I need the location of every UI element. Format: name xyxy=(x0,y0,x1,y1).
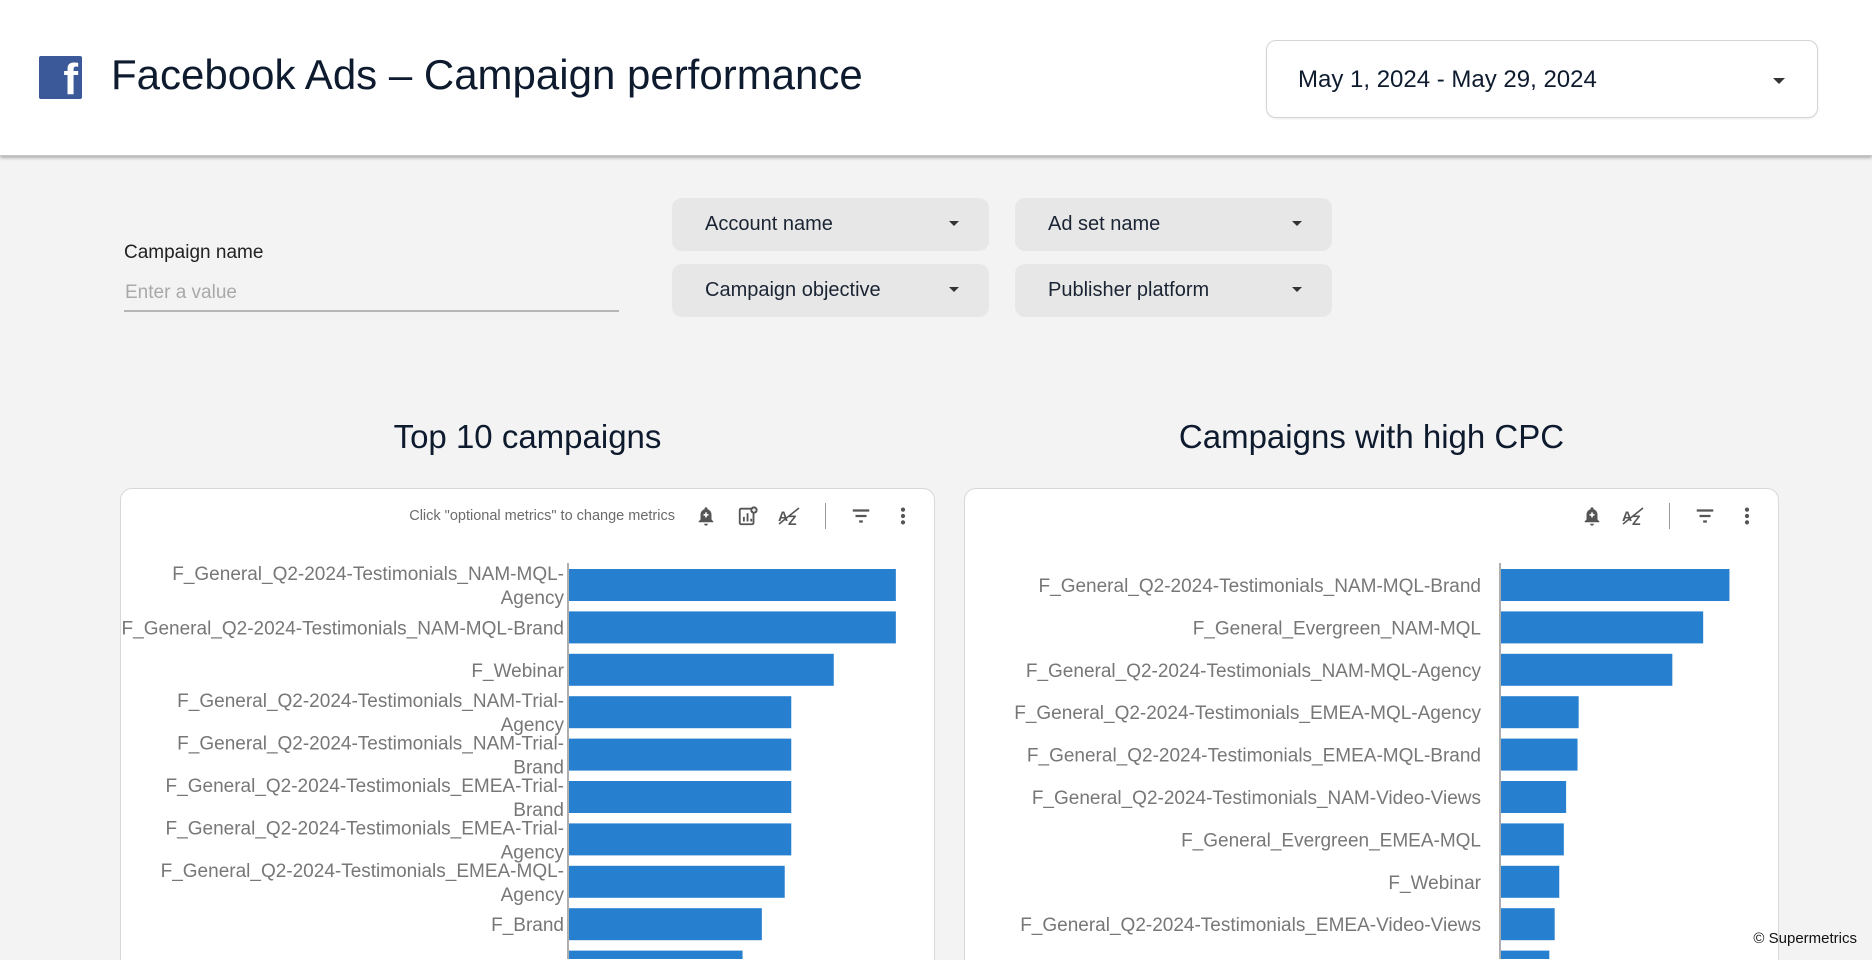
chart-category-label: F_Webinar xyxy=(471,661,564,682)
top-campaigns-chart-card: Click "optional metrics" to change metri… xyxy=(120,488,935,960)
chevron-down-icon xyxy=(949,221,959,226)
chart-bar[interactable] xyxy=(569,653,834,686)
high-cpc-campaigns-title: Campaigns with high CPC xyxy=(1178,418,1565,455)
high-cpc-bar-chart: F_General_Q2-2024-Testimonials_NAM-MQL-B… xyxy=(1014,563,1730,959)
chevron-down-icon xyxy=(1292,287,1302,292)
chart-bar[interactable] xyxy=(569,823,792,856)
publisher-platform-label: Publisher platform xyxy=(1048,279,1210,301)
top-campaigns-bar-chart: F_General_Q2-2024-Testimonials_NAM-MQL-A… xyxy=(122,563,896,959)
account-name-dropdown[interactable]: Account name xyxy=(672,198,989,251)
chart-category-label: F_General_Q2-2024-Testimonials_NAM-MQL-B… xyxy=(1039,576,1481,597)
report-header: f Facebook Ads – Campaign performance Ma… xyxy=(0,0,1872,156)
chart-bar-clipped[interactable] xyxy=(1501,950,1550,959)
campaign-name-label: Campaign name xyxy=(124,242,264,263)
chart-category-label: F_General_Q2-2024-Testimonials_EMEA-Vide… xyxy=(1020,915,1481,936)
chart-category-label: F_General_Q2-2024-Testimonials_EMEA-MQL-… xyxy=(1014,703,1481,724)
campaign-name-filter: Campaign name xyxy=(124,242,619,312)
chart-category-label: F_Webinar xyxy=(1388,873,1481,894)
date-range-picker[interactable]: May 1, 2024 - May 29, 2024 xyxy=(1266,40,1818,118)
chart-bar[interactable] xyxy=(1501,908,1555,941)
account-name-label: Account name xyxy=(705,213,833,235)
facebook-logo-glyph: f xyxy=(63,55,78,104)
chart-category-label: F_General_Q2-2024-Testimonials_EMEA-Tria… xyxy=(166,776,564,821)
chart-category-label: F_Brand xyxy=(491,915,564,936)
page-title: Facebook Ads – Campaign performance xyxy=(111,51,863,98)
ad-set-name-label: Ad set name xyxy=(1048,213,1161,235)
copyright-notice: © Supermetrics xyxy=(1753,930,1857,947)
chart-bar[interactable] xyxy=(1501,738,1578,771)
campaign-objective-label: Campaign objective xyxy=(705,279,881,301)
chart-bar[interactable] xyxy=(569,569,896,601)
chart-bar[interactable] xyxy=(1501,865,1560,898)
chart-bar[interactable] xyxy=(1501,781,1567,813)
chart-bar[interactable] xyxy=(569,611,896,644)
chart-bar[interactable] xyxy=(569,865,785,898)
chart-bar[interactable] xyxy=(1501,569,1730,601)
chevron-down-icon xyxy=(1292,221,1302,226)
chevron-down-icon xyxy=(949,287,959,292)
publisher-platform-dropdown[interactable]: Publisher platform xyxy=(1015,264,1332,317)
chart-category-label: F_General_Evergreen_NAM-MQL xyxy=(1193,618,1481,639)
chart-category-label: F_General_Q2-2024-Testimonials_NAM-Video… xyxy=(1032,788,1481,809)
top-campaigns-title: Top 10 campaigns xyxy=(393,418,662,455)
chart-bar[interactable] xyxy=(1501,823,1564,856)
chart-category-label: F_General_Q2-2024-Testimonials_EMEA-MQL-… xyxy=(161,861,565,906)
campaign-objective-dropdown[interactable]: Campaign objective xyxy=(672,264,989,317)
chart-bar[interactable] xyxy=(1501,611,1704,644)
chart-bar-clipped[interactable] xyxy=(569,950,743,959)
chart-category-label: F_General_Q2-2024-Testimonials_NAM-MQL-A… xyxy=(172,564,564,609)
chevron-down-icon xyxy=(1773,78,1785,84)
chart-category-label: F_General_Q2-2024-Testimonials_EMEA-MQL-… xyxy=(1027,746,1481,767)
facebook-logo-icon: f xyxy=(39,55,82,104)
chart-category-label: F_General_Q2-2024-Testimonials_NAM-Trial… xyxy=(177,734,564,779)
date-range-value: May 1, 2024 - May 29, 2024 xyxy=(1298,66,1597,93)
chart-bar[interactable] xyxy=(569,908,762,941)
chart-bar[interactable] xyxy=(1501,653,1673,686)
chart-bar[interactable] xyxy=(569,696,792,729)
high-cpc-chart-card: AZ F_General_Q2-2024-Testimonials_NAM-MQ… xyxy=(964,488,1779,960)
chart-category-label: F_General_Q2-2024-Testimonials_NAM-MQL-A… xyxy=(1026,661,1482,682)
chart-bar[interactable] xyxy=(569,738,792,771)
ad-set-name-dropdown[interactable]: Ad set name xyxy=(1015,198,1332,251)
chart-category-label: F_General_Evergreen_EMEA-MQL xyxy=(1181,830,1481,851)
campaign-name-input[interactable] xyxy=(124,276,619,312)
chart-category-label: F_General_Q2-2024-Testimonials_NAM-MQL-B… xyxy=(122,618,564,639)
chart-category-label: F_General_Q2-2024-Testimonials_NAM-Trial… xyxy=(177,691,564,736)
chart-bar[interactable] xyxy=(1501,696,1579,729)
chart-category-label: F_General_Q2-2024-Testimonials_EMEA-Tria… xyxy=(166,818,565,863)
chart-bar[interactable] xyxy=(569,781,792,813)
